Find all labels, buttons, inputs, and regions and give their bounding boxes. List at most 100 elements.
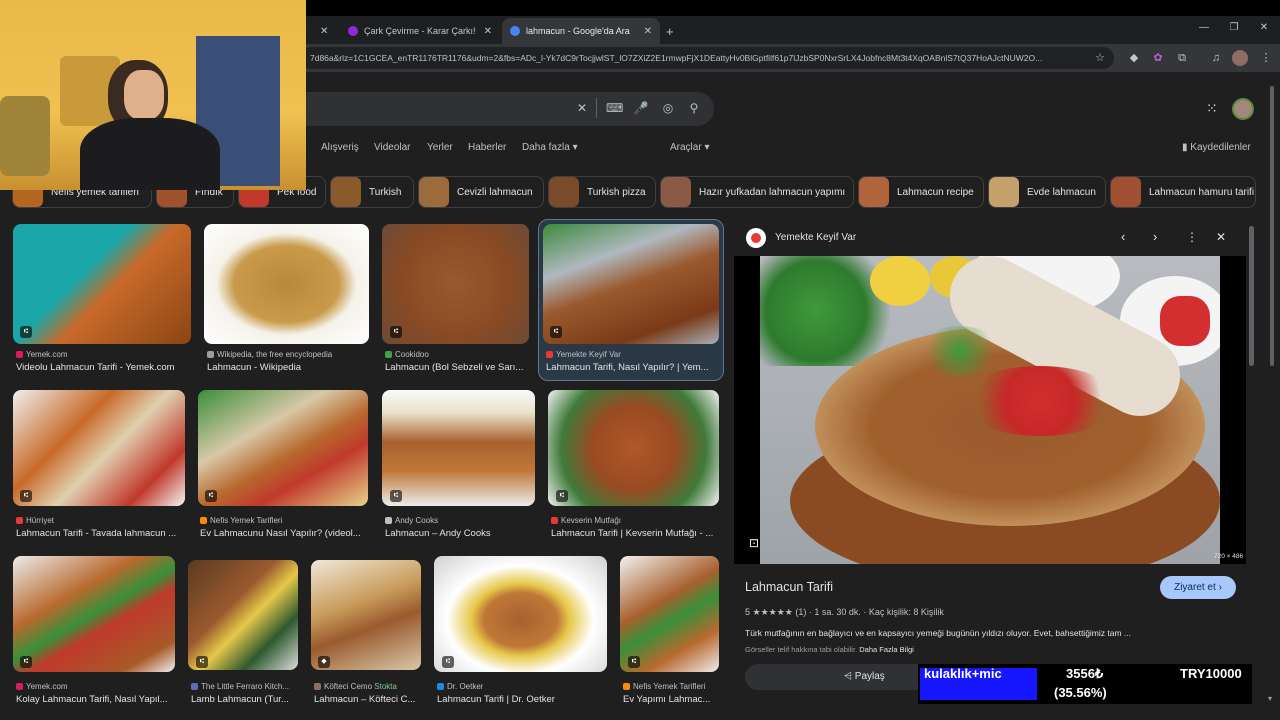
result-title[interactable]: Ev Lahmacunu Nasıl Yapılır? (videol... xyxy=(200,528,368,539)
result-title[interactable]: Lahmacun – Köfteci C... xyxy=(314,694,424,705)
recipe-icon: ⑆ xyxy=(550,326,562,338)
result-title[interactable]: Lahmacun Tarifi - Tavada lahmacun ... xyxy=(16,528,186,539)
extensions-puzzle-icon[interactable]: ⧉ xyxy=(1174,50,1190,66)
result-image[interactable] xyxy=(13,556,175,672)
copyright-note: Görseller telif hakkına tabi olabilir. D… xyxy=(745,645,914,654)
bookmark-star-icon[interactable]: ☆ xyxy=(1092,50,1108,66)
chip-thumb xyxy=(859,177,889,207)
result-image[interactable] xyxy=(382,224,529,344)
nav-shopping[interactable]: Alışveriş xyxy=(321,142,359,153)
recipe-icon: ⑆ xyxy=(556,490,568,502)
extension-icon[interactable]: ◆ xyxy=(1126,50,1142,66)
result-title[interactable]: Kolay Lahmacun Tarifi, Nasıl Yapıl... xyxy=(16,694,176,705)
search-input[interactable] xyxy=(290,92,714,126)
close-tab-icon[interactable]: ✕ xyxy=(644,26,652,37)
search-icon[interactable]: ⚲ xyxy=(686,101,702,115)
menu-kebab-icon[interactable]: ⋮ xyxy=(1258,50,1274,66)
chip-thumb xyxy=(661,177,691,207)
clear-search-icon[interactable]: ✕ xyxy=(574,101,590,115)
result-source: Nefis Yemek Tarifleri xyxy=(623,682,719,691)
recipe-icon: ⑆ xyxy=(20,490,32,502)
chip-evde[interactable]: Evde lahmacun xyxy=(988,176,1106,208)
result-image[interactable] xyxy=(548,390,719,506)
media-control-icon[interactable]: ♫ xyxy=(1208,50,1224,66)
goal-current: 3556₺ xyxy=(1066,666,1104,681)
chip-thumb xyxy=(989,177,1019,207)
restore-button[interactable]: ❐ xyxy=(1224,22,1244,33)
lens-search-icon[interactable]: ⊡ xyxy=(749,536,759,550)
visit-button[interactable]: Ziyaret et › xyxy=(1160,576,1236,599)
scroll-down-icon[interactable]: ▾ xyxy=(1268,694,1272,703)
minimize-button[interactable]: — xyxy=(1194,22,1214,33)
close-tab-icon[interactable]: ✕ xyxy=(484,26,492,37)
result-title[interactable]: Lamb Lahmacun (Tur... xyxy=(191,694,301,705)
page-scrollbar[interactable] xyxy=(1270,86,1274,366)
result-title[interactable]: Lahmacun – Andy Cooks xyxy=(385,528,535,539)
red-pepper xyxy=(1160,296,1210,346)
chip-hamuru[interactable]: Lahmacun hamuru tarifi xyxy=(1110,176,1256,208)
result-title[interactable]: Lahmacun Tarifi | Dr. Oetker xyxy=(437,694,607,705)
result-image[interactable] xyxy=(382,390,535,506)
webcam-person-face xyxy=(124,70,164,120)
result-image[interactable] xyxy=(543,224,719,344)
result-image[interactable] xyxy=(13,390,185,506)
chip-thumb xyxy=(1111,177,1141,207)
chip-hazir-yufka[interactable]: Hazır yufkadan lahmacun yapımı xyxy=(660,176,854,208)
more-options-icon[interactable]: ⋮ xyxy=(1186,230,1198,244)
nav-places[interactable]: Yerler xyxy=(427,142,453,153)
nav-videos[interactable]: Videolar xyxy=(374,142,411,153)
recipe-icon: ⑆ xyxy=(628,656,640,668)
result-title[interactable]: Lahmacun Tarifi, Nasıl Yapılır? | Yem... xyxy=(546,362,718,373)
result-image[interactable] xyxy=(311,560,421,670)
url-field[interactable]: 7d86a&rlz=1C1GCEA_enTR1176TR1176&udm=2&f… xyxy=(300,47,1114,69)
result-image[interactable] xyxy=(204,224,369,344)
apps-grid-icon[interactable]: ⁙ xyxy=(1206,100,1218,117)
close-panel-icon[interactable]: ✕ xyxy=(1216,230,1226,244)
result-source: Cookidoo xyxy=(385,350,429,359)
tab-favicon-icon xyxy=(348,26,358,36)
result-image[interactable] xyxy=(13,224,191,344)
previous-image-icon[interactable]: ‹ xyxy=(1121,229,1125,244)
nav-tools[interactable]: Araçlar ▾ xyxy=(670,142,709,153)
result-title[interactable]: Lahmacun - Wikipedia xyxy=(207,362,372,373)
next-image-icon[interactable]: › xyxy=(1153,229,1157,244)
nav-news[interactable]: Haberler xyxy=(468,142,506,153)
panel-description: Türk mutfağının en bağlayıcı ve en kapsa… xyxy=(745,628,1132,638)
panel-site-name[interactable]: Yemekte Keyif Var xyxy=(775,232,856,243)
tab-lahmacun-search[interactable]: lahmacun - Google'da Ara ✕ xyxy=(502,18,660,44)
microphone-icon[interactable]: 🎤 xyxy=(633,101,649,115)
account-avatar[interactable] xyxy=(1232,98,1254,120)
result-title[interactable]: Lahmacun Tarifi | Kevserin Mutfağı - ... xyxy=(551,528,719,539)
chip-turkish-pizza[interactable]: Turkish pizza xyxy=(548,176,656,208)
close-icon[interactable]: ✕ xyxy=(320,18,336,44)
lemon xyxy=(870,256,930,306)
panel-title[interactable]: Lahmacun Tarifi xyxy=(745,580,833,594)
profile-avatar[interactable] xyxy=(1232,50,1248,66)
keyboard-icon[interactable]: ⌨ xyxy=(606,101,623,115)
result-image[interactable] xyxy=(198,390,368,506)
result-title[interactable]: Ev Yapımı Lahmac... xyxy=(623,694,719,705)
chip-turkish[interactable]: Turkish xyxy=(330,176,414,208)
result-source: Yemekte Keyif Var xyxy=(546,350,621,359)
lens-camera-icon[interactable]: ◎ xyxy=(660,101,676,115)
tomato-slices xyxy=(960,366,1120,436)
tab-cark-cevirme[interactable]: Çark Çevirme - Karar Çarkı! ✕ xyxy=(340,18,500,44)
window-close-button[interactable]: ✕ xyxy=(1254,22,1274,33)
saved-button[interactable]: ▮ Kaydedilenler xyxy=(1182,142,1251,153)
chip-recipe[interactable]: Lahmacun recipe xyxy=(858,176,984,208)
site-favicon-icon xyxy=(385,351,392,359)
panel-scrollbar[interactable] xyxy=(1249,226,1254,366)
more-info-link[interactable]: Daha Fazla Bilgi xyxy=(859,645,914,654)
extension-purple-icon[interactable]: ✿ xyxy=(1150,50,1166,66)
result-image[interactable] xyxy=(620,556,719,672)
new-tab-button[interactable]: + xyxy=(662,18,682,44)
site-favicon-icon xyxy=(16,517,23,525)
chip-cevizli[interactable]: Cevizli lahmacun xyxy=(418,176,544,208)
main-preview-image[interactable] xyxy=(760,256,1220,564)
result-image[interactable] xyxy=(434,556,607,672)
result-title[interactable]: Lahmacun (Bol Sebzeli ve Sarı... xyxy=(385,362,531,373)
site-logo-mark-icon xyxy=(751,233,761,243)
result-title[interactable]: Videolu Lahmacun Tarifi - Yemek.com xyxy=(16,362,194,373)
nav-more[interactable]: Daha fazla ▾ xyxy=(522,142,578,153)
result-image[interactable] xyxy=(188,560,298,670)
